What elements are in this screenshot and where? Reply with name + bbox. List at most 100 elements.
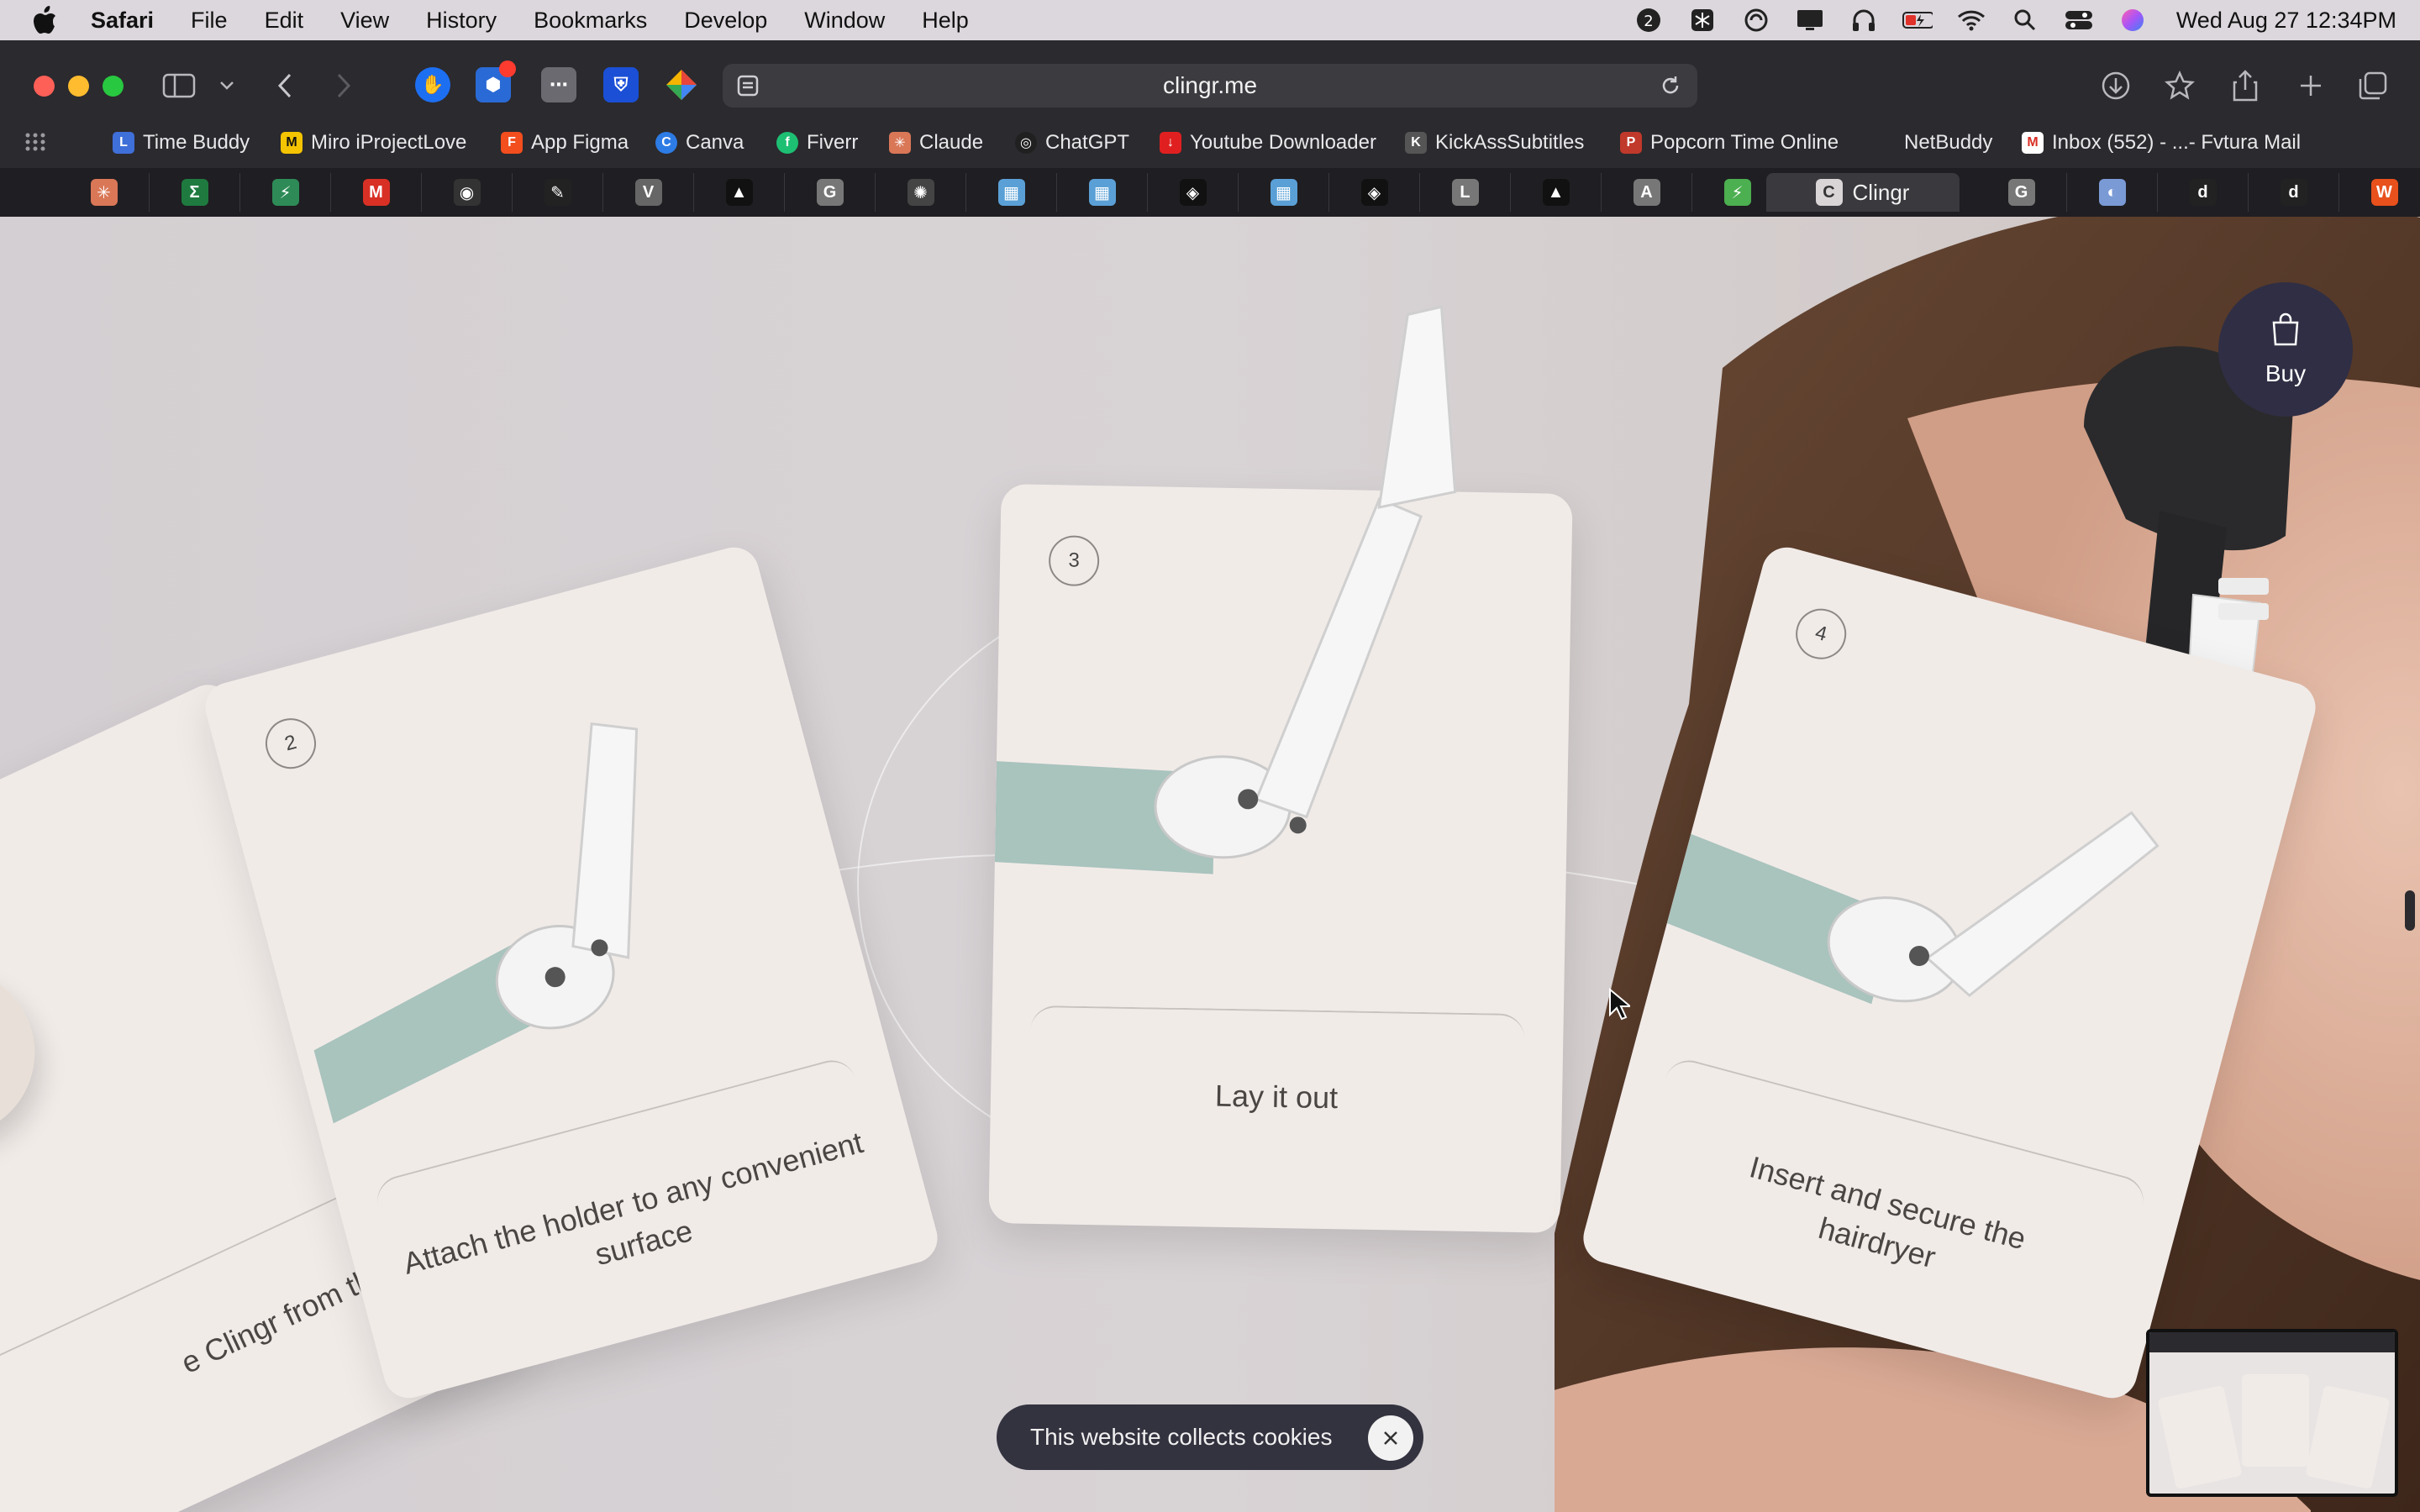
cookie-close-button[interactable]	[1368, 1415, 1413, 1461]
pinned-tab[interactable]: G	[1976, 173, 2067, 212]
pinned-tab[interactable]: ▲	[694, 173, 785, 212]
url-text[interactable]: clingr.me	[1163, 72, 1257, 99]
tab-favicon-icon: ▲	[1542, 179, 1570, 206]
minimize-window-button[interactable]	[68, 76, 89, 97]
extension-diamond-icon[interactable]	[664, 67, 699, 102]
bookmark-star-icon[interactable]	[2163, 69, 2196, 102]
pinned-tab[interactable]: ✳	[59, 173, 150, 212]
tab-overview-icon[interactable]	[2356, 69, 2390, 102]
figma-icon: F	[501, 132, 523, 154]
pinned-tab[interactable]: ✺	[876, 173, 966, 212]
pinned-tab[interactable]: W	[2339, 173, 2420, 212]
step-card-3: 3 Lay it out	[988, 305, 1573, 1233]
pinned-tab[interactable]: A	[1602, 173, 1692, 212]
bookmark-fiverr[interactable]: f Fiverr	[776, 131, 858, 155]
pinned-tab[interactable]: L	[1420, 173, 1511, 212]
menu-app-name[interactable]: Safari	[91, 8, 172, 34]
menu-history[interactable]: History	[408, 8, 515, 34]
close-icon	[1384, 1431, 1397, 1445]
tab-group-chevron-icon[interactable]	[217, 69, 237, 102]
gmail-icon: M	[2022, 132, 2044, 154]
new-tab-icon[interactable]	[2294, 69, 2328, 102]
bookmark-chatgpt[interactable]: ◎ ChatGPT	[1015, 131, 1129, 155]
tab-favicon-icon: ◈	[1360, 179, 1388, 206]
extension-dots-icon[interactable]: ⋯	[541, 67, 576, 102]
zoom-window-button[interactable]	[103, 76, 124, 97]
wifi-icon[interactable]	[1956, 7, 1986, 34]
bookmark-popcorn-time[interactable]: P Popcorn Time Online	[1620, 131, 1839, 155]
downloads-icon[interactable]	[2099, 69, 2133, 102]
bookmark-inbox[interactable]: M Inbox (552) - ...- Fvtura Mail	[2022, 131, 2301, 155]
apple-menu-icon[interactable]	[0, 6, 91, 34]
tab-favicon-icon: ▦	[997, 179, 1025, 206]
bookmark-time-buddy[interactable]: L Time Buddy	[113, 131, 250, 155]
tab-favicon-icon: d	[2280, 179, 2307, 206]
extension-bitwarden-icon[interactable]: ⛨	[603, 67, 639, 102]
pinned-tab[interactable]: ▦	[966, 173, 1057, 212]
creative-cloud-icon[interactable]: 2	[1634, 7, 1664, 34]
address-bar[interactable]: clingr.me	[723, 64, 1697, 108]
bookmark-kickasssubtitles[interactable]: K KickAssSubtitles	[1405, 131, 1584, 155]
pinned-tab[interactable]: ▲	[1511, 173, 1602, 212]
bookmark-app-figma[interactable]: F App Figma	[501, 131, 629, 155]
tab-favicon-icon: G	[816, 179, 844, 206]
menu-help[interactable]: Help	[903, 8, 987, 34]
pinned-tab[interactable]: d	[2158, 173, 2249, 212]
menu-develop[interactable]: Develop	[666, 8, 786, 34]
menu-bar: Safari File Edit View History Bookmarks …	[0, 0, 2420, 40]
reader-mode-icon[interactable]	[736, 74, 760, 103]
step-caption: Lay it out	[1214, 1078, 1339, 1116]
snowflake-icon[interactable]	[1687, 7, 1718, 34]
card-divider	[1030, 1005, 1525, 1048]
battery-icon[interactable]	[1902, 7, 1933, 34]
pinned-tab[interactable]: d	[2249, 173, 2339, 212]
close-window-button[interactable]	[34, 76, 55, 97]
sidebar-toggle-icon[interactable]	[160, 69, 198, 102]
back-button[interactable]	[271, 69, 299, 102]
buy-button[interactable]: Buy	[2218, 282, 2353, 417]
bookmark-youtube-downloader[interactable]: ↓ Youtube Downloader	[1160, 131, 1376, 155]
pinned-tab[interactable]: ◈	[1148, 173, 1239, 212]
pinned-tab[interactable]: V	[603, 173, 694, 212]
tab-favicon-icon: V	[634, 179, 662, 206]
display-icon[interactable]	[1795, 7, 1825, 34]
tab-favicon-icon: A	[1633, 179, 1660, 206]
menu-window[interactable]: Window	[786, 8, 903, 34]
pinned-tab[interactable]: ◈	[1329, 173, 1420, 212]
menu-file[interactable]: File	[172, 8, 246, 34]
forward-button[interactable]	[329, 69, 358, 102]
tab-favicon-icon: G	[2007, 179, 2035, 206]
menu-edit[interactable]: Edit	[246, 8, 323, 34]
extension-shield-icon[interactable]: ⬢	[476, 60, 516, 102]
screenshot-thumbnail[interactable]	[2146, 1329, 2398, 1497]
menu-clock[interactable]: Wed Aug 27 12:34PM	[2176, 8, 2396, 34]
active-tab-clingr[interactable]: C Clingr	[1766, 173, 1960, 212]
headphones-icon[interactable]	[1849, 7, 1879, 34]
pinned-tab[interactable]: ⚡	[240, 173, 331, 212]
search-icon[interactable]	[2010, 7, 2040, 34]
reload-icon[interactable]	[1659, 74, 1682, 103]
menu-view[interactable]: View	[322, 8, 408, 34]
active-tab-label: Clingr	[1852, 179, 1910, 205]
extension-hand-icon[interactable]: ✋	[415, 67, 450, 102]
share-icon[interactable]	[2228, 69, 2262, 102]
sync-icon[interactable]	[1741, 7, 1771, 34]
bookmark-miro[interactable]: M Miro iProjectLove	[281, 131, 466, 155]
pinned-tab[interactable]: M	[331, 173, 422, 212]
bookmark-claude[interactable]: ✳ Claude	[889, 131, 983, 155]
bookmark-netbuddy[interactable]: NetBuddy	[1904, 131, 1992, 155]
pinned-tab[interactable]: G	[785, 173, 876, 212]
step-number: 4	[1790, 602, 1852, 665]
pinned-tab[interactable]: ◉	[422, 173, 513, 212]
apps-grid-icon[interactable]	[25, 133, 45, 157]
pinned-tab[interactable]: ◐	[2067, 173, 2158, 212]
siri-icon[interactable]	[2118, 7, 2148, 34]
scrollbar-thumb[interactable]	[2405, 890, 2415, 931]
pinned-tab[interactable]: ✎	[513, 173, 603, 212]
pinned-tab[interactable]: Σ	[150, 173, 240, 212]
pinned-tab[interactable]: ▦	[1057, 173, 1148, 212]
menu-bookmarks[interactable]: Bookmarks	[515, 8, 666, 34]
bookmark-canva[interactable]: C Canva	[655, 131, 744, 155]
pinned-tab[interactable]: ▦	[1239, 173, 1329, 212]
control-center-icon[interactable]	[2064, 7, 2094, 34]
